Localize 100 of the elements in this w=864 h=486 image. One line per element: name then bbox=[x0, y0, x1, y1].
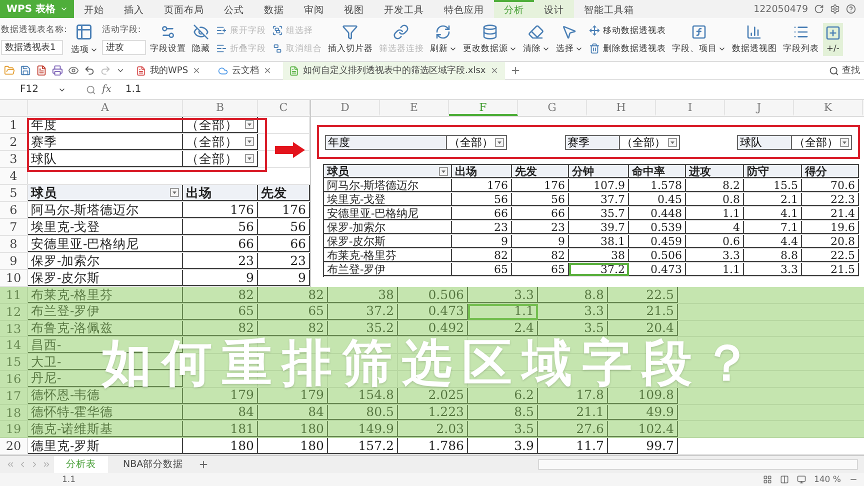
list-minus-icon bbox=[216, 43, 227, 54]
table-cell: 38.1 bbox=[569, 235, 629, 248]
page-view-icon[interactable] bbox=[780, 475, 789, 484]
search-button[interactable]: 查找 bbox=[825, 64, 864, 77]
column-header[interactable]: J bbox=[725, 100, 794, 116]
column-header[interactable]: A bbox=[28, 100, 183, 116]
function-label[interactable]: fx bbox=[102, 84, 112, 95]
dropdown-icon[interactable] bbox=[245, 120, 254, 129]
add-tab-icon[interactable] bbox=[510, 65, 521, 76]
dropdown-icon[interactable] bbox=[668, 138, 676, 146]
menu-tab[interactable]: 智能工具箱 bbox=[574, 0, 644, 18]
printer-icon[interactable] bbox=[52, 65, 63, 76]
menu-tab[interactable]: 设计 bbox=[534, 0, 574, 18]
table-cell: 德克-诺维斯基 bbox=[28, 421, 183, 438]
ribbon-button[interactable]: 移动数据透视表 bbox=[586, 24, 668, 36]
filter-dropdown[interactable]: （全部） bbox=[447, 134, 507, 150]
table-cell: 3.5 bbox=[468, 421, 538, 438]
undo-icon[interactable] bbox=[84, 65, 95, 76]
menu-tab[interactable]: 页面布局 bbox=[154, 0, 214, 18]
sheet-tab[interactable]: NBA部分数据 bbox=[111, 456, 196, 473]
caret-icon[interactable] bbox=[116, 66, 125, 75]
grid-view-icon[interactable] bbox=[762, 475, 772, 484]
table-cell: 65 bbox=[183, 304, 258, 320]
menu-tab[interactable]: 开发工具 bbox=[374, 0, 434, 18]
menu-tab[interactable]: 特色应用 bbox=[434, 0, 494, 18]
document-icon bbox=[136, 66, 146, 76]
menu-tab[interactable]: 数据 bbox=[254, 0, 294, 18]
column-header[interactable]: K bbox=[794, 100, 863, 116]
ribbon-button[interactable]: 更改数据源 bbox=[460, 22, 519, 57]
ribbon-button[interactable]: 插入切片器 bbox=[326, 22, 375, 57]
dropdown-icon[interactable] bbox=[840, 138, 849, 146]
filter-dropdown[interactable]: （全部） bbox=[792, 134, 852, 150]
table-cell: 21.5 bbox=[802, 263, 859, 276]
dropdown-icon[interactable] bbox=[439, 166, 448, 176]
document-tab[interactable]: 我的WPS bbox=[130, 62, 208, 80]
help-icon[interactable] bbox=[846, 4, 856, 14]
trash-icon bbox=[588, 43, 600, 54]
close-icon[interactable] bbox=[192, 66, 202, 75]
ribbon-button[interactable]: 隐藏 bbox=[190, 22, 212, 57]
sync-icon[interactable] bbox=[814, 4, 824, 14]
table-cell: 3.3 bbox=[538, 304, 608, 320]
table-cell: 21.5 bbox=[608, 304, 678, 320]
preview-icon[interactable] bbox=[68, 65, 79, 76]
table-cell: 保罗-皮尔斯 bbox=[324, 235, 452, 248]
ribbon-button[interactable]: 删除数据透视表 bbox=[586, 42, 668, 54]
dropdown-icon[interactable] bbox=[245, 137, 254, 146]
ribbon-button[interactable]: 字段、项目 bbox=[670, 22, 728, 57]
filter-label: 年度 bbox=[325, 134, 447, 150]
column-header[interactable]: I bbox=[656, 100, 725, 116]
ribbon-button[interactable]: +/- bbox=[822, 23, 843, 56]
horizontal-scrollbar[interactable] bbox=[538, 459, 858, 470]
close-icon[interactable] bbox=[263, 66, 272, 75]
dropdown-icon[interactable] bbox=[495, 138, 504, 146]
dropdown-icon[interactable] bbox=[245, 154, 254, 163]
active-field-field[interactable]: 进攻 bbox=[102, 40, 146, 55]
table-cell: 70.6 bbox=[802, 179, 859, 192]
menu-tab[interactable]: 开始 bbox=[74, 0, 114, 18]
formula-value[interactable]: 1.1 bbox=[125, 84, 142, 95]
menu-tab[interactable]: 插入 bbox=[114, 0, 154, 18]
save-icon[interactable] bbox=[20, 65, 31, 76]
user-id[interactable]: 122050479 bbox=[754, 4, 808, 14]
menu-tab[interactable]: 视图 bbox=[334, 0, 374, 18]
search-icon[interactable] bbox=[86, 84, 96, 94]
ribbon-button[interactable]: 字段列表 bbox=[780, 22, 821, 57]
ribbon-button[interactable]: 选择 bbox=[554, 22, 585, 57]
table-cell: 19.6 bbox=[802, 221, 859, 234]
options-button[interactable]: 选项 bbox=[68, 21, 100, 58]
document-tab[interactable]: 云文档 bbox=[212, 62, 278, 80]
filter-dropdown[interactable]: （全部） bbox=[183, 134, 258, 150]
column-header[interactable]: D bbox=[311, 100, 380, 116]
database-icon bbox=[482, 24, 498, 40]
table-cell: 37.7 bbox=[569, 193, 629, 206]
dropdown-icon[interactable] bbox=[170, 188, 179, 197]
zoom-level[interactable]: 140 % bbox=[814, 474, 841, 484]
sheet-tab[interactable]: 分析表 bbox=[54, 456, 108, 473]
ribbon-button[interactable]: 字段设置 bbox=[148, 22, 188, 57]
filter-dropdown[interactable]: （全部） bbox=[183, 151, 258, 167]
pivot-name-field[interactable]: 数据透视表1 bbox=[1, 40, 63, 55]
menu-tab[interactable]: 审阅 bbox=[294, 0, 334, 18]
filter-dropdown[interactable]: （全部） bbox=[620, 134, 680, 150]
table-cell: 82 bbox=[452, 249, 512, 262]
table-cell: 8.8 bbox=[538, 287, 608, 303]
table-cell: 23 bbox=[452, 221, 512, 234]
table-cell: 82 bbox=[258, 320, 328, 336]
document-tab[interactable]: 如何自定义排列透视表中的筛选区域字段.xlsx bbox=[283, 62, 505, 80]
screen-icon[interactable] bbox=[796, 475, 806, 484]
column-header[interactable]: H bbox=[587, 100, 656, 116]
column-header[interactable]: B bbox=[183, 100, 258, 116]
document-icon[interactable] bbox=[36, 65, 47, 76]
column-header[interactable]: E bbox=[380, 100, 449, 116]
menu-tab[interactable]: 公式 bbox=[214, 0, 254, 18]
ribbon-button[interactable]: 刷新 bbox=[428, 22, 459, 57]
close-icon[interactable] bbox=[490, 66, 499, 75]
ribbon-button[interactable]: 清除 bbox=[520, 22, 552, 57]
add-sheet-icon[interactable] bbox=[198, 459, 210, 470]
column-header[interactable]: G bbox=[518, 100, 587, 116]
table-cell: 157.2 bbox=[328, 438, 398, 454]
settings-icon[interactable] bbox=[830, 4, 840, 14]
name-box[interactable]: F12 bbox=[0, 84, 72, 95]
ribbon-button[interactable]: 数据透视图 bbox=[730, 22, 779, 57]
